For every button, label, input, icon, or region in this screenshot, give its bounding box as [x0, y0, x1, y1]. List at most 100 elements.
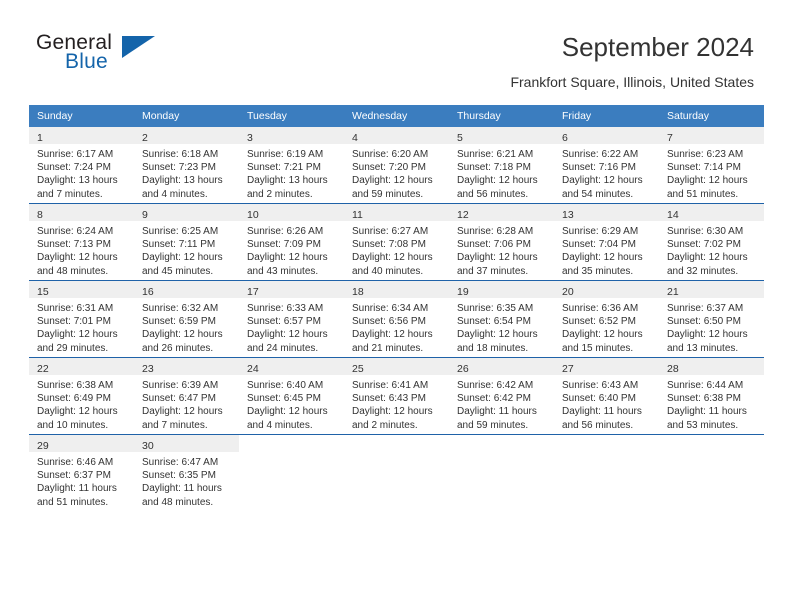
sunrise-text: Sunrise: 6:18 AM — [142, 149, 219, 160]
calendar-day-cell[interactable]: 26 Sunrise: 6:42 AM Sunset: 6:42 PM Dayligh… — [449, 357, 554, 435]
day-number-band: 20 — [554, 281, 659, 298]
daylight-text-line2: and 35 minutes. — [562, 265, 634, 277]
sunrise-text: Sunrise: 6:41 AM — [352, 380, 429, 391]
calendar-day-cell[interactable]: 11 Sunrise: 6:27 AM Sunset: 7:08 PM Dayligh… — [344, 203, 449, 281]
day-details: Sunrise: 6:46 AM Sunset: 6:37 PM Daylight:… — [29, 452, 134, 509]
calendar-day-cell[interactable]: 19 Sunrise: 6:35 AM Sunset: 6:54 PM Dayligh… — [449, 280, 554, 358]
calendar-day-cell[interactable]: 10 Sunrise: 6:26 AM Sunset: 7:09 PM Dayligh… — [239, 203, 344, 281]
sunrise-text: Sunrise: 6:36 AM — [562, 303, 639, 314]
day-number-band — [239, 435, 344, 452]
daylight-text-line1: Daylight: 12 hours — [37, 252, 118, 264]
logo-text-blue: Blue — [65, 50, 108, 73]
sunrise-text: Sunrise: 6:26 AM — [247, 226, 324, 237]
calendar-day-cell[interactable]: 15 Sunrise: 6:31 AM Sunset: 7:01 PM Dayligh… — [29, 280, 134, 358]
page-header: General Blue September 2024 Frankfort Sq… — [0, 0, 792, 100]
day-details: Sunrise: 6:21 AM Sunset: 7:18 PM Daylight:… — [449, 144, 554, 201]
calendar-day-cell[interactable]: 4 Sunrise: 6:20 AM Sunset: 7:20 PM Daylight… — [344, 127, 449, 204]
daylight-text-line2: and 40 minutes. — [352, 265, 424, 277]
sunset-text: Sunset: 7:01 PM — [37, 316, 111, 328]
calendar-day-cell[interactable]: 27 Sunrise: 6:43 AM Sunset: 6:40 PM Dayligh… — [554, 357, 659, 435]
day-number-band: 1 — [29, 127, 134, 144]
daylight-text-line1: Daylight: 12 hours — [352, 406, 433, 418]
day-number-band: 26 — [449, 358, 554, 375]
sunrise-text: Sunrise: 6:44 AM — [667, 380, 744, 391]
calendar-day-cell[interactable]: 7 Sunrise: 6:23 AM Sunset: 7:14 PM Daylight… — [659, 127, 764, 204]
calendar-day-cell[interactable]: 28 Sunrise: 6:44 AM Sunset: 6:38 PM Dayligh… — [659, 357, 764, 435]
day-number: 30 — [142, 440, 154, 452]
day-number: 6 — [562, 132, 568, 144]
daylight-text-line2: and 54 minutes. — [562, 188, 634, 200]
daylight-text-line2: and 10 minutes. — [37, 419, 109, 431]
day-number-band: 17 — [239, 281, 344, 298]
daylight-text-line1: Daylight: 11 hours — [37, 483, 117, 495]
calendar-day-cell[interactable]: 9 Sunrise: 6:25 AM Sunset: 7:11 PM Daylight… — [134, 203, 239, 281]
calendar-day-cell[interactable]: 13 Sunrise: 6:29 AM Sunset: 7:04 PM Dayligh… — [554, 203, 659, 281]
calendar-week-row: 22 Sunrise: 6:38 AM Sunset: 6:49 PM Dayligh… — [29, 357, 764, 435]
calendar-day-cell[interactable]: 29 Sunrise: 6:46 AM Sunset: 6:37 PM Dayligh… — [29, 434, 134, 511]
calendar-day-cell[interactable]: 18 Sunrise: 6:34 AM Sunset: 6:56 PM Dayligh… — [344, 280, 449, 358]
day-details: Sunrise: 6:44 AM Sunset: 6:38 PM Daylight:… — [659, 375, 764, 432]
daylight-text-line1: Daylight: 12 hours — [457, 329, 538, 341]
day-details: Sunrise: 6:28 AM Sunset: 7:06 PM Daylight:… — [449, 221, 554, 278]
sunset-text: Sunset: 7:06 PM — [457, 239, 531, 251]
sunrise-text: Sunrise: 6:40 AM — [247, 380, 324, 391]
sunrise-text: Sunrise: 6:17 AM — [37, 149, 114, 160]
day-number-band: 14 — [659, 204, 764, 221]
calendar-day-cell[interactable]: 3 Sunrise: 6:19 AM Sunset: 7:21 PM Daylight… — [239, 127, 344, 204]
page-title: September 2024 — [561, 32, 754, 62]
calendar-day-cell[interactable]: 24 Sunrise: 6:40 AM Sunset: 6:45 PM Dayligh… — [239, 357, 344, 435]
sunrise-text: Sunrise: 6:23 AM — [667, 149, 744, 160]
day-number-band: 19 — [449, 281, 554, 298]
weekday-header-saturday: Saturday — [659, 105, 764, 127]
calendar-day-cell[interactable]: 20 Sunrise: 6:36 AM Sunset: 6:52 PM Dayligh… — [554, 280, 659, 358]
day-number-band: 22 — [29, 358, 134, 375]
sunset-text: Sunset: 7:08 PM — [352, 239, 426, 251]
day-number: 7 — [667, 132, 673, 144]
logo[interactable]: General Blue — [36, 32, 206, 80]
calendar-day-cell[interactable]: 22 Sunrise: 6:38 AM Sunset: 6:49 PM Dayligh… — [29, 357, 134, 435]
day-number-band: 4 — [344, 127, 449, 144]
day-number-band: 13 — [554, 204, 659, 221]
day-details: Sunrise: 6:47 AM Sunset: 6:35 PM Daylight:… — [134, 452, 239, 509]
calendar-day-cell[interactable]: 6 Sunrise: 6:22 AM Sunset: 7:16 PM Daylight… — [554, 127, 659, 204]
calendar-week-row: 29 Sunrise: 6:46 AM Sunset: 6:37 PM Dayligh… — [29, 434, 764, 511]
calendar-day-cell[interactable]: 1 Sunrise: 6:17 AM Sunset: 7:24 PM Daylight… — [29, 127, 134, 204]
sunrise-text: Sunrise: 6:30 AM — [667, 226, 744, 237]
daylight-text-line1: Daylight: 11 hours — [562, 406, 642, 418]
sunrise-text: Sunrise: 6:29 AM — [562, 226, 639, 237]
day-number: 15 — [37, 286, 49, 298]
daylight-text-line1: Daylight: 12 hours — [562, 175, 643, 187]
calendar-day-cell[interactable]: 21 Sunrise: 6:37 AM Sunset: 6:50 PM Dayligh… — [659, 280, 764, 358]
daylight-text-line2: and 53 minutes. — [667, 419, 739, 431]
day-number-band: 25 — [344, 358, 449, 375]
day-number-band: 3 — [239, 127, 344, 144]
day-number: 11 — [352, 209, 363, 221]
calendar-day-cell[interactable]: 25 Sunrise: 6:41 AM Sunset: 6:43 PM Dayligh… — [344, 357, 449, 435]
day-number: 16 — [142, 286, 154, 298]
calendar-day-cell-empty — [554, 434, 659, 511]
daylight-text-line1: Daylight: 11 hours — [457, 406, 537, 418]
day-number: 20 — [562, 286, 574, 298]
calendar-day-cell[interactable]: 8 Sunrise: 6:24 AM Sunset: 7:13 PM Daylight… — [29, 203, 134, 281]
day-number-band: 27 — [554, 358, 659, 375]
day-number: 24 — [247, 363, 259, 375]
calendar-header-row: Sunday Monday Tuesday Wednesday Thursday… — [29, 105, 764, 127]
calendar-day-cell[interactable]: 12 Sunrise: 6:28 AM Sunset: 7:06 PM Dayligh… — [449, 203, 554, 281]
day-details: Sunrise: 6:37 AM Sunset: 6:50 PM Daylight:… — [659, 298, 764, 355]
calendar-day-cell[interactable]: 17 Sunrise: 6:33 AM Sunset: 6:57 PM Dayligh… — [239, 280, 344, 358]
calendar-day-cell[interactable]: 5 Sunrise: 6:21 AM Sunset: 7:18 PM Daylight… — [449, 127, 554, 204]
day-number-band: 30 — [134, 435, 239, 452]
day-number-band: 7 — [659, 127, 764, 144]
sunrise-text: Sunrise: 6:47 AM — [142, 457, 219, 468]
calendar-day-cell[interactable]: 30 Sunrise: 6:47 AM Sunset: 6:35 PM Dayligh… — [134, 434, 239, 511]
calendar-day-cell[interactable]: 16 Sunrise: 6:32 AM Sunset: 6:59 PM Dayligh… — [134, 280, 239, 358]
calendar-day-cell[interactable]: 23 Sunrise: 6:39 AM Sunset: 6:47 PM Dayligh… — [134, 357, 239, 435]
sunrise-text: Sunrise: 6:28 AM — [457, 226, 534, 237]
daylight-text-line2: and 48 minutes. — [37, 265, 109, 277]
calendar-day-cell[interactable]: 2 Sunrise: 6:18 AM Sunset: 7:23 PM Daylight… — [134, 127, 239, 204]
sunrise-text: Sunrise: 6:31 AM — [37, 303, 114, 314]
calendar-day-cell[interactable]: 14 Sunrise: 6:30 AM Sunset: 7:02 PM Dayligh… — [659, 203, 764, 281]
daylight-text-line1: Daylight: 12 hours — [142, 252, 223, 264]
daylight-text-line1: Daylight: 13 hours — [247, 175, 328, 187]
daylight-text-line2: and 59 minutes. — [457, 419, 529, 431]
